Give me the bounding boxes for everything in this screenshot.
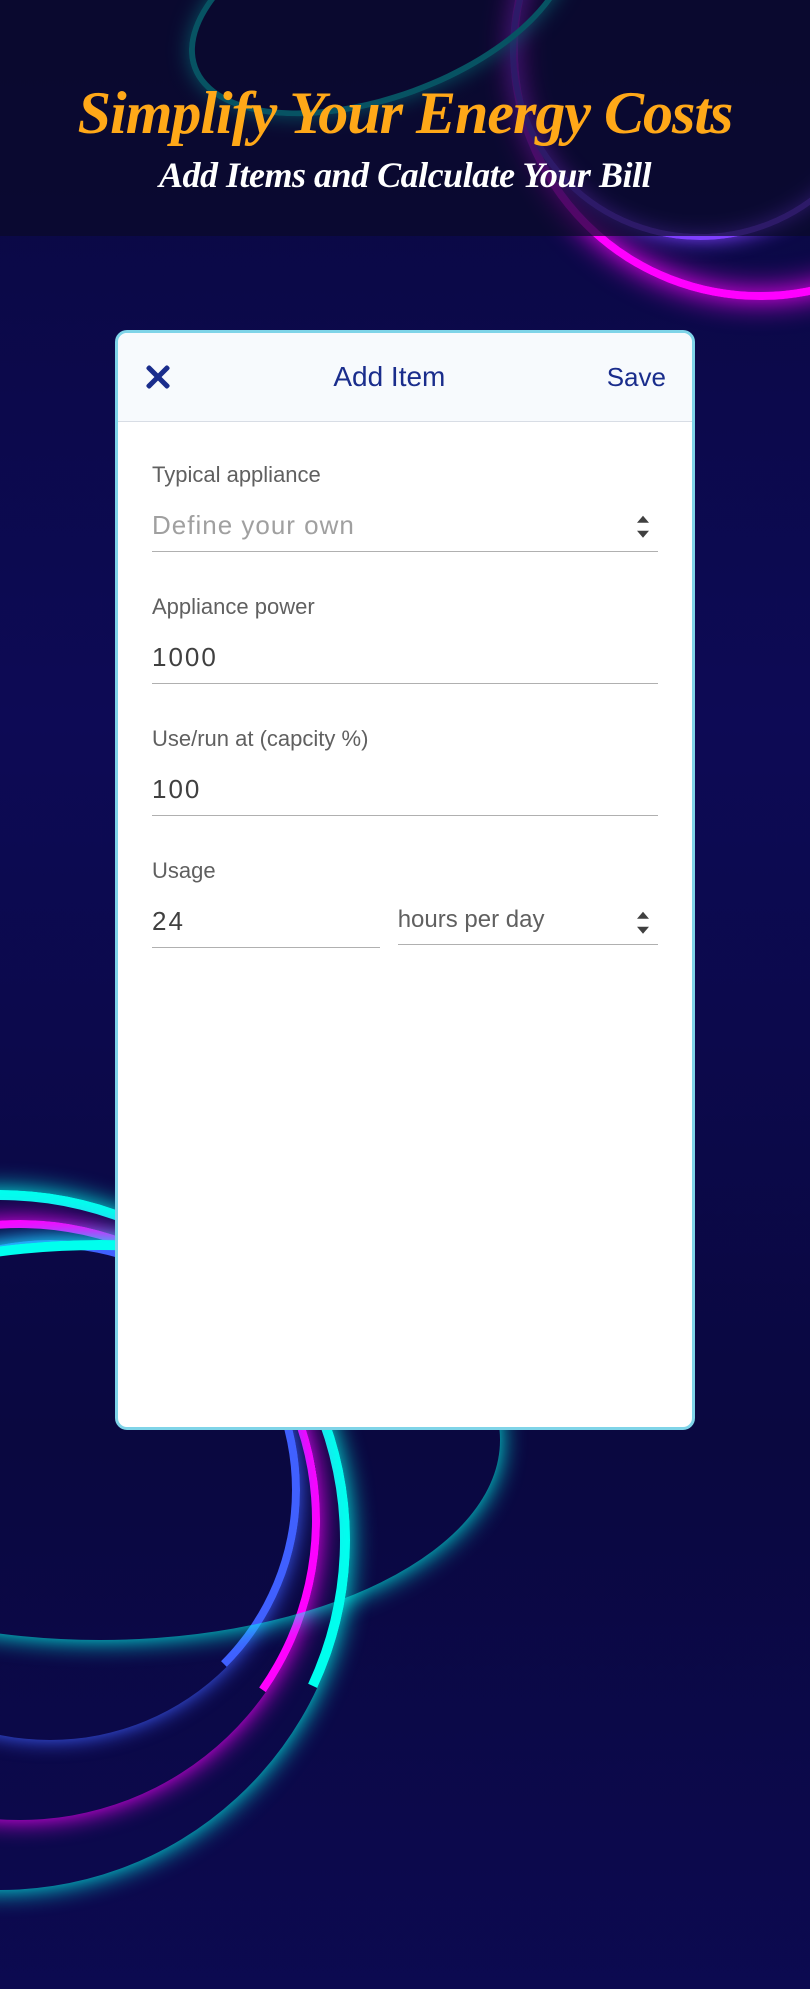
capacity-label: Use/run at (capcity %) — [152, 726, 658, 752]
save-button[interactable]: Save — [607, 362, 666, 393]
card-header: Add Item Save — [118, 333, 692, 422]
usage-unit-select[interactable]: hours per day — [398, 902, 658, 948]
usage-input[interactable] — [152, 902, 380, 948]
form-body: Typical appliance Define your own Applia… — [118, 422, 692, 1030]
capacity-input[interactable] — [152, 770, 658, 816]
add-item-card: Add Item Save Typical appliance Define y… — [115, 330, 695, 1430]
appliance-value: Define your own — [152, 506, 658, 552]
power-label: Appliance power — [152, 594, 658, 620]
power-input[interactable] — [152, 638, 658, 684]
appliance-group: Typical appliance Define your own — [152, 462, 658, 552]
close-icon[interactable] — [144, 363, 172, 391]
appliance-label: Typical appliance — [152, 462, 658, 488]
power-group: Appliance power — [152, 594, 658, 684]
usage-group: Usage hours per day — [152, 858, 658, 948]
promo-header: Simplify Your Energy Costs Add Items and… — [0, 0, 810, 236]
main-title: Simplify Your Energy Costs — [20, 80, 790, 146]
card-title: Add Item — [333, 361, 445, 393]
capacity-group: Use/run at (capcity %) — [152, 726, 658, 816]
sub-title: Add Items and Calculate Your Bill — [20, 154, 790, 196]
usage-label: Usage — [152, 858, 658, 884]
usage-unit-value: hours per day — [398, 902, 658, 945]
appliance-select[interactable]: Define your own — [152, 506, 658, 552]
